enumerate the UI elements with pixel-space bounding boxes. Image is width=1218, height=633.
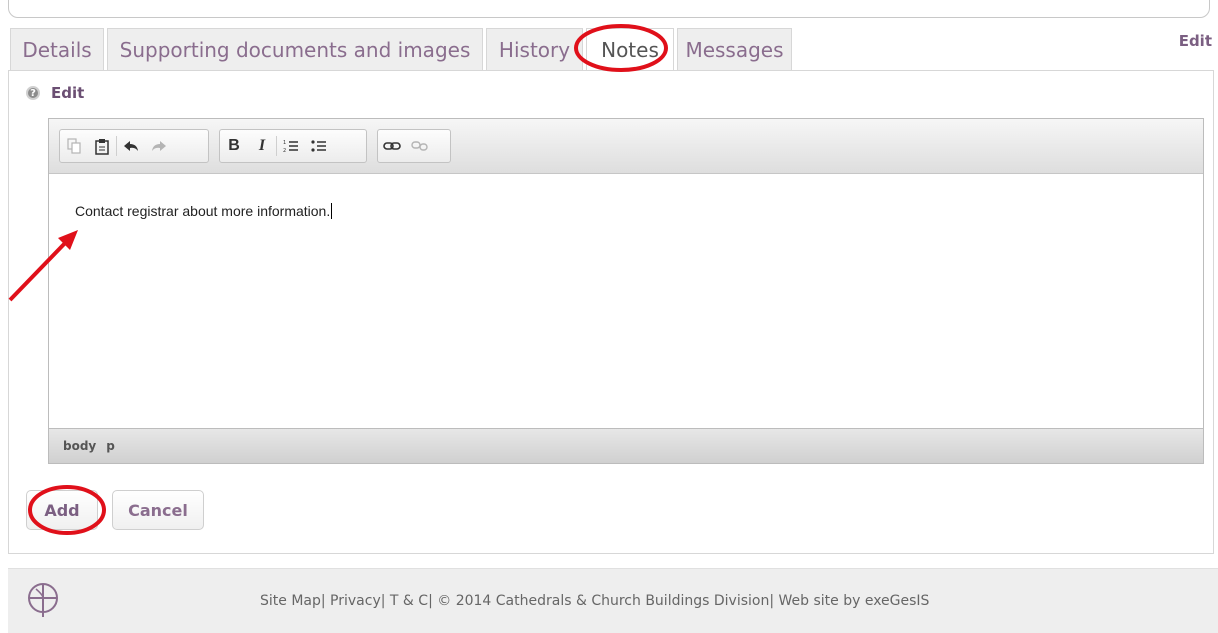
note-text: Contact registrar about more information…: [75, 203, 331, 219]
tab-label: History: [498, 37, 571, 62]
tab-label: Details: [22, 37, 92, 62]
tab-label: Messages: [685, 37, 784, 62]
unlink-icon[interactable]: [406, 133, 434, 159]
top-panel-edge: [8, 0, 1210, 18]
add-button[interactable]: Add: [26, 490, 98, 530]
bold-button[interactable]: B: [220, 133, 248, 159]
cancel-button[interactable]: Cancel: [112, 490, 204, 530]
section-header: ? Edit: [26, 84, 84, 102]
svg-text:2: 2: [283, 148, 286, 153]
svg-text:1: 1: [283, 140, 286, 146]
toolbar-group-format: B I 12: [219, 129, 367, 163]
site-map-link[interactable]: Site Map: [260, 593, 321, 609]
editor-toolbar: B I 12: [49, 119, 1203, 174]
section-title: Edit: [51, 84, 85, 102]
editor-statusbar: body p: [49, 428, 1203, 463]
footer: Site Map| Privacy| T & C| © 2014 Cathedr…: [8, 568, 1218, 633]
rich-text-editor: B I 12 Contact registrar about more info…: [48, 118, 1204, 464]
tab-supporting-documents[interactable]: Supporting documents and images: [107, 28, 483, 70]
edit-link[interactable]: Edit: [1179, 32, 1212, 50]
tab-details[interactable]: Details: [10, 28, 104, 70]
text-caret: [331, 203, 333, 219]
undo-icon[interactable]: [117, 133, 145, 159]
path-body[interactable]: body: [63, 439, 96, 453]
tab-history[interactable]: History: [486, 28, 583, 70]
paste-icon[interactable]: [88, 133, 116, 159]
tab-label: Notes: [601, 38, 659, 62]
numbered-list-icon[interactable]: 12: [277, 133, 305, 159]
bulleted-list-icon[interactable]: [305, 133, 333, 159]
tab-label: Supporting documents and images: [119, 37, 471, 62]
tab-notes[interactable]: Notes: [586, 28, 674, 71]
editor-content[interactable]: Contact registrar about more information…: [49, 175, 1203, 429]
help-icon[interactable]: ?: [26, 86, 40, 100]
toolbar-group-link: [377, 129, 451, 163]
tab-messages[interactable]: Messages: [677, 28, 792, 70]
footer-links: Site Map| Privacy| T & C| © 2014 Cathedr…: [260, 593, 930, 609]
path-p[interactable]: p: [106, 439, 115, 453]
privacy-link[interactable]: Privacy: [330, 593, 381, 609]
credit-link[interactable]: Web site by exeGesIS: [779, 593, 930, 609]
toolbar-group-clipboard: [59, 129, 209, 163]
copy-icon[interactable]: [60, 133, 88, 159]
redo-icon[interactable]: [145, 133, 173, 159]
tc-link[interactable]: T & C: [390, 593, 428, 609]
link-icon[interactable]: [378, 133, 406, 159]
church-logo-icon: [26, 581, 60, 623]
copyright-text: © 2014 Cathedrals & Church Buildings Div…: [437, 593, 770, 609]
italic-button[interactable]: I: [248, 133, 276, 159]
